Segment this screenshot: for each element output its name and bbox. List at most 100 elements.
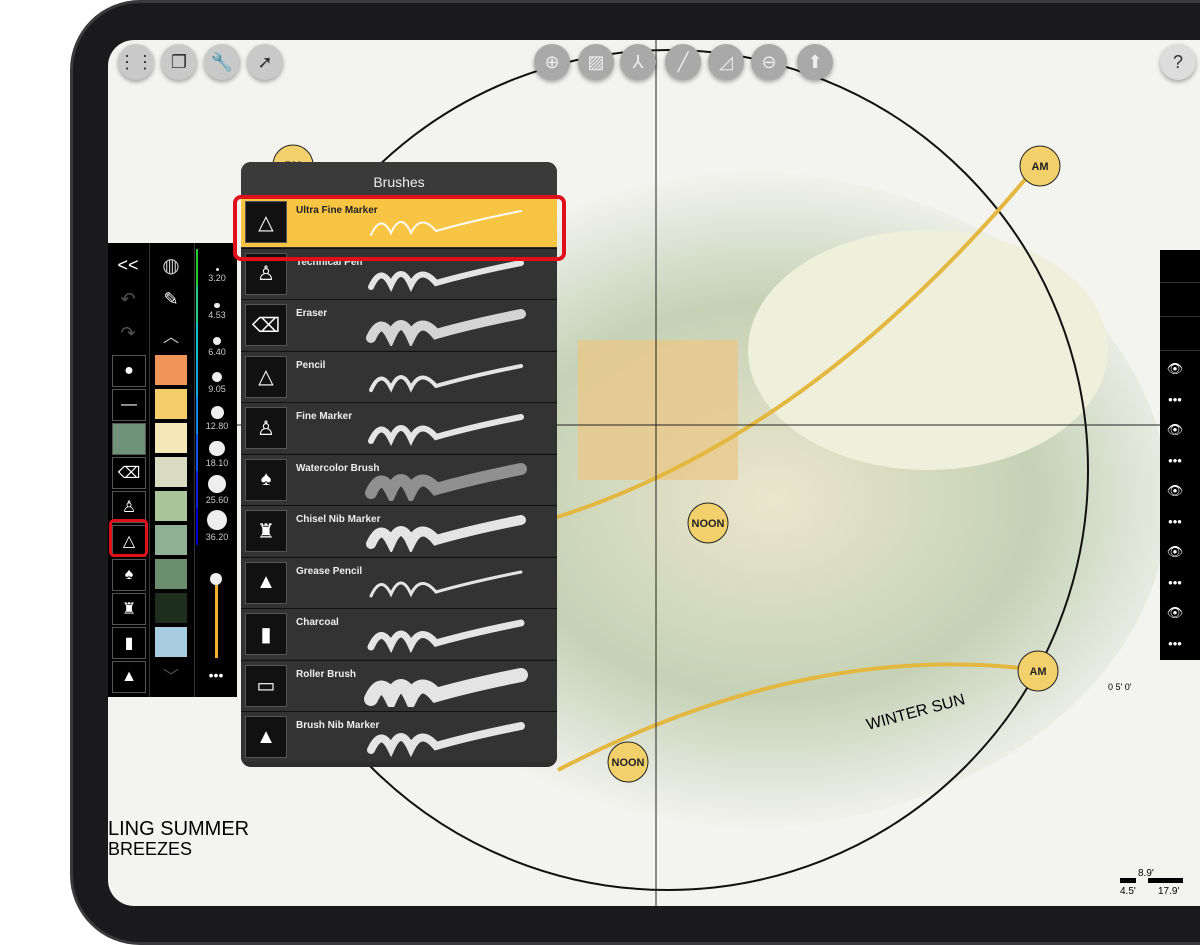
label-am: AM xyxy=(1031,161,1048,173)
color-swatch[interactable] xyxy=(155,627,187,657)
brush-stroke-preview xyxy=(369,570,523,597)
color-swatch[interactable] xyxy=(155,423,187,453)
hatch-icon[interactable]: ▨ xyxy=(578,44,614,80)
size-dot xyxy=(211,371,223,382)
color-swatch[interactable] xyxy=(155,355,187,385)
stamp-icon[interactable]: ⬆ xyxy=(797,44,833,80)
eye-icon[interactable]: 👁 xyxy=(1160,476,1190,506)
layer-slot[interactable] xyxy=(1160,284,1200,317)
collapse-button[interactable]: << xyxy=(108,255,148,276)
label-breezes: BREEZES xyxy=(108,839,192,859)
brush-size-option[interactable]: 18.10 xyxy=(196,434,236,471)
size-dot xyxy=(213,337,221,345)
brush-size-option[interactable]: 4.53 xyxy=(196,286,236,323)
eye-icon[interactable]: 👁 xyxy=(1160,537,1190,567)
brush-item[interactable]: ♠ Watercolor Brush xyxy=(241,453,557,505)
opacity-slider-handle[interactable] xyxy=(210,573,222,585)
brush-size-option[interactable]: 12.80 xyxy=(196,397,236,434)
brush-icon: ♠ xyxy=(245,458,287,501)
brush-item[interactable]: ▲ Grease Pencil xyxy=(241,556,557,608)
brush-size-option[interactable]: 9.05 xyxy=(196,360,236,397)
layers-panel: 👁 ••• 👁 ••• 👁 ••• 👁 ••• 👁 ••• xyxy=(1160,250,1200,660)
layer-options-icon[interactable]: ••• xyxy=(1160,629,1190,659)
scroll-down-icon[interactable]: ﹀ xyxy=(151,663,191,687)
brush-stroke-preview xyxy=(367,619,525,654)
brush-item[interactable]: ▮ Charcoal xyxy=(241,608,557,659)
brush-item[interactable]: ♜ Chisel Nib Marker xyxy=(241,505,557,556)
brush-name: Roller Brush xyxy=(296,668,357,680)
brush-size-option[interactable]: 3.20 xyxy=(196,249,236,286)
color-swatch[interactable] xyxy=(155,491,187,521)
brush-icon: △ xyxy=(245,355,287,398)
opacity-slider[interactable] xyxy=(215,578,218,658)
scale-a: 4.5' xyxy=(1120,886,1136,897)
scroll-up-icon[interactable]: ︿ xyxy=(151,323,191,347)
eye-icon[interactable]: 👁 xyxy=(1160,598,1190,628)
brush-item[interactable]: △ Pencil xyxy=(241,350,557,402)
perspective-icon[interactable]: ⊕ xyxy=(534,44,570,80)
help-button[interactable]: ? xyxy=(1160,44,1196,80)
color-column: ◍ ✎ ︿ ﹀ xyxy=(151,243,195,697)
ruler-icon[interactable]: ╱ xyxy=(665,44,701,80)
brush-stroke-preview xyxy=(366,309,526,346)
circle-minus-icon[interactable]: ⊖ xyxy=(751,44,787,80)
color-wheel-icon[interactable]: ◍ xyxy=(151,253,191,278)
color-swatch[interactable] xyxy=(155,389,187,419)
eraser-icon[interactable]: ⌫ xyxy=(112,457,146,489)
brush-size-option[interactable]: 25.60 xyxy=(196,471,236,508)
size-label: 4.53 xyxy=(208,310,226,320)
eyedropper-icon[interactable]: ✎ xyxy=(151,289,191,310)
watercolor-brush-icon[interactable]: ♠ xyxy=(112,559,146,591)
axis-icon[interactable]: ⅄ xyxy=(620,44,656,80)
brush-item[interactable]: ⌫ Eraser xyxy=(241,299,557,350)
brush-icon: ♙ xyxy=(245,407,287,449)
tool-column: << ↶ ↷ ● — ⌫ ♙ △ ♠ ♜ ▮ ▲ xyxy=(108,243,150,697)
brush-item[interactable]: ▲ Brush Nib Marker xyxy=(241,711,557,762)
brush-icon: ▲ xyxy=(245,561,287,604)
layer-options-icon[interactable]: ••• xyxy=(1160,507,1190,537)
brush-size-option[interactable]: 36.20 xyxy=(196,508,236,545)
brush-item[interactable]: ♙ Fine Marker xyxy=(241,402,557,453)
eye-icon[interactable]: 👁 xyxy=(1160,415,1190,445)
label-summer: LING SUMMER xyxy=(108,818,249,840)
layer-options-icon[interactable]: ••• xyxy=(1160,446,1190,476)
grid-menu-icon[interactable]: ⋮⋮ xyxy=(118,44,154,80)
brush-stroke-preview xyxy=(364,667,528,707)
charcoal-icon[interactable]: ▮ xyxy=(112,627,146,659)
size-dot xyxy=(206,509,228,530)
eye-icon[interactable]: 👁 xyxy=(1160,354,1190,384)
color-swatch[interactable] xyxy=(155,593,187,623)
brush-item[interactable]: ▭ Roller Brush xyxy=(241,659,557,711)
dot-brush-icon[interactable]: ● xyxy=(112,355,146,387)
brush-stroke-preview xyxy=(369,363,523,393)
wrench-icon[interactable]: 🔧 xyxy=(204,44,240,80)
size-label: 18.10 xyxy=(205,458,229,468)
brush-stroke-preview xyxy=(365,462,527,501)
selected-brush-highlight xyxy=(233,195,566,261)
color-swatch[interactable] xyxy=(155,525,187,555)
layer-options-icon[interactable]: ••• xyxy=(1160,568,1190,598)
brush-icon: ⌫ xyxy=(245,304,287,346)
brush-size-option[interactable]: 6.40 xyxy=(196,323,236,360)
brush-icon: ♜ xyxy=(245,510,287,552)
layers-stack-icon[interactable]: ❐ xyxy=(161,44,197,80)
brushes-title: Brushes xyxy=(241,162,557,198)
brush-name: Fine Marker xyxy=(296,411,353,422)
more-options-button[interactable]: ••• xyxy=(196,667,236,683)
brush-nib-marker-icon[interactable]: ▲ xyxy=(112,661,146,693)
triangle-icon[interactable]: ◿ xyxy=(708,44,744,80)
color-swatch[interactable] xyxy=(155,559,187,589)
line-brush-icon[interactable]: — xyxy=(112,389,146,421)
current-color[interactable] xyxy=(112,423,146,455)
layer-slot[interactable] xyxy=(1160,250,1200,283)
layer-slot[interactable] xyxy=(1160,318,1200,351)
brush-name: Charcoal xyxy=(296,617,339,628)
lasso-select-icon[interactable]: ➚ xyxy=(247,44,283,80)
brush-stroke-preview xyxy=(367,722,525,758)
scale-b: 17.9' xyxy=(1158,886,1179,897)
chisel-marker-icon[interactable]: ♜ xyxy=(112,593,146,625)
undo-icon[interactable]: ↶ xyxy=(108,289,148,310)
color-swatch[interactable] xyxy=(155,457,187,487)
redo-icon[interactable]: ↷ xyxy=(108,323,148,344)
layer-options-icon[interactable]: ••• xyxy=(1160,385,1190,415)
